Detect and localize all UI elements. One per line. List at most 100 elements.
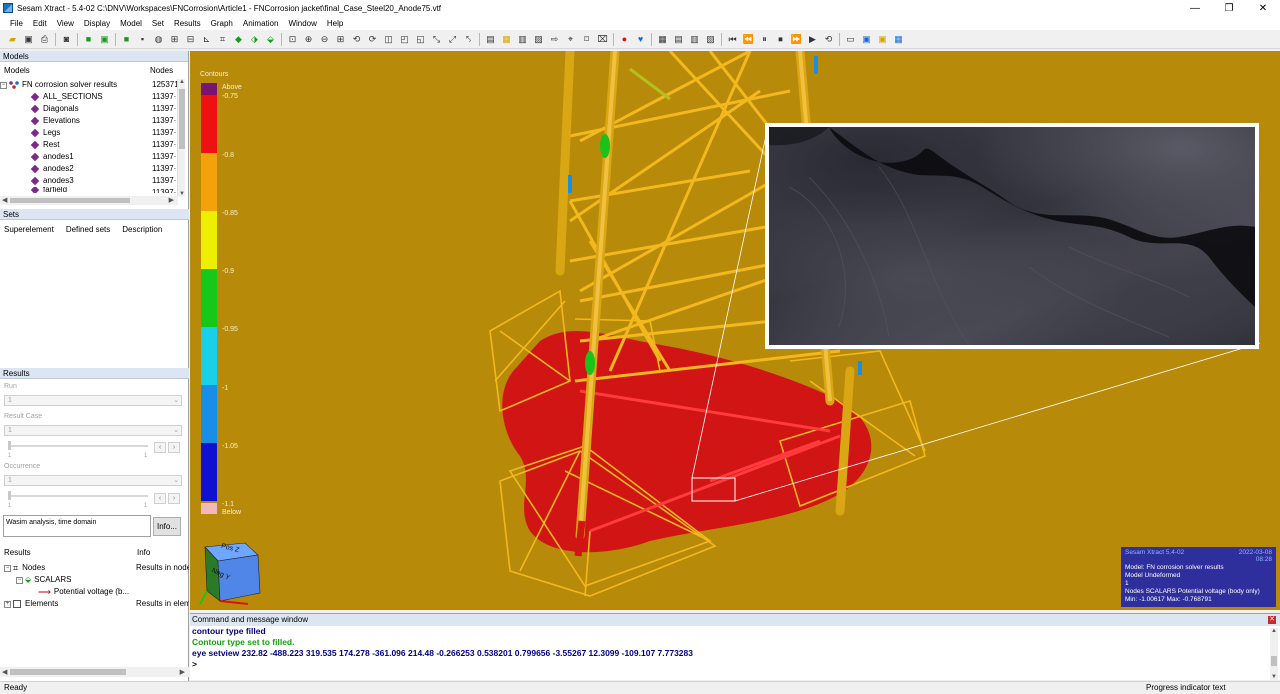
scroll-thumb[interactable] <box>1271 656 1277 666</box>
table-icon[interactable]: ▤ <box>672 33 685 46</box>
view-iso-icon[interactable]: ◫ <box>382 33 395 46</box>
collapse-icon[interactable]: − <box>0 81 7 89</box>
results-hscroll[interactable]: ◀ ▶ <box>0 667 189 677</box>
models-vscroll[interactable]: ▲ ▼ <box>177 79 185 197</box>
slider-knob[interactable] <box>8 441 11 450</box>
next-occurrence-button[interactable]: › <box>168 493 180 504</box>
prev-case-button[interactable]: ‹ <box>154 442 166 453</box>
highlight-icon[interactable]: ⌑ <box>580 33 593 46</box>
window-split-icon[interactable]: ▦ <box>892 33 905 46</box>
chart-icon[interactable]: ▧ <box>704 33 717 46</box>
element-icon[interactable]: ▪ <box>136 33 149 46</box>
result-case-slider[interactable] <box>4 441 152 451</box>
color-red-icon[interactable]: ● <box>618 33 631 46</box>
menu-display[interactable]: Display <box>79 19 115 28</box>
view-front-icon[interactable]: ◰ <box>398 33 411 46</box>
close-icon[interactable]: ✕ <box>1268 616 1276 624</box>
menu-graph[interactable]: Graph <box>206 19 238 28</box>
save-icon[interactable]: ▣ <box>22 33 35 46</box>
axis-x-icon[interactable]: ⤡ <box>430 33 443 46</box>
result-elements-row[interactable]: + Elements Results in elements <box>0 598 189 610</box>
occurrence-select[interactable]: 1 ⌄ <box>4 475 182 486</box>
info-button[interactable]: Info... <box>153 517 181 536</box>
scroll-thumb[interactable] <box>179 89 185 149</box>
scroll-thumb[interactable] <box>10 198 130 203</box>
col-description[interactable]: Description <box>118 225 170 234</box>
model-view-icon[interactable]: ▣ <box>98 33 111 46</box>
window-single-icon[interactable]: ▭ <box>844 33 857 46</box>
menu-animation[interactable]: Animation <box>238 19 284 28</box>
result-case-select[interactable]: 1 ⌄ <box>4 425 182 436</box>
scroll-left-icon[interactable]: ◀ <box>2 196 7 204</box>
model-cube-icon[interactable]: ■ <box>82 33 95 46</box>
collapse-icon[interactable]: − <box>16 576 23 584</box>
pause-icon[interactable]: ⏸ <box>758 33 771 46</box>
play-icon[interactable]: ▶ <box>806 33 819 46</box>
col-info[interactable]: Info <box>137 548 150 557</box>
scroll-left-icon[interactable]: ◀ <box>2 668 7 676</box>
window-tile-icon[interactable]: ▣ <box>860 33 873 46</box>
col-results[interactable]: Results <box>0 548 137 557</box>
menu-model[interactable]: Model <box>115 19 147 28</box>
step-back-icon[interactable]: ⏪ <box>742 33 755 46</box>
open-icon[interactable]: ▰ <box>6 33 19 46</box>
pick-icon[interactable]: ⬙ <box>264 33 277 46</box>
list-icon[interactable]: ▥ <box>688 33 701 46</box>
contour-icon[interactable]: ▦ <box>500 33 513 46</box>
menu-edit[interactable]: Edit <box>28 19 52 28</box>
label-icon[interactable]: ⌧ <box>596 33 609 46</box>
next-case-button[interactable]: › <box>168 442 180 453</box>
close-button[interactable]: ✕ <box>1246 0 1280 16</box>
camera-icon[interactable]: ◙ <box>60 33 73 46</box>
axis-z-icon[interactable]: ⤣ <box>462 33 475 46</box>
menu-view[interactable]: View <box>52 19 79 28</box>
zoom-fit-icon[interactable]: ⊞ <box>334 33 347 46</box>
scroll-right-icon[interactable]: ▶ <box>180 668 185 676</box>
minimize-button[interactable]: — <box>1178 0 1212 16</box>
col-nodes[interactable]: Nodes <box>150 65 186 77</box>
graphics-viewport[interactable]: Pos Z Neg Y Contours Above -0.75 -0.8 -0… <box>190 51 1280 610</box>
node-icon[interactable]: ◆ <box>232 33 245 46</box>
grid-icon[interactable]: ▦ <box>656 33 669 46</box>
menu-file[interactable]: File <box>5 19 28 28</box>
vector-icon[interactable]: ▥ <box>516 33 529 46</box>
display-icon[interactable]: ▤ <box>484 33 497 46</box>
menu-set[interactable]: Set <box>147 19 169 28</box>
cursor-icon[interactable]: ⌖ <box>564 33 577 46</box>
green-cube-icon[interactable]: ■ <box>120 33 133 46</box>
model-item[interactable]: Diagonals 11397· <box>0 103 178 115</box>
view-side-icon[interactable]: ◱ <box>414 33 427 46</box>
zoom-out-icon[interactable]: ⊖ <box>318 33 331 46</box>
zoom-in-icon[interactable]: ⊕ <box>302 33 315 46</box>
axis-y-icon[interactable]: ⤢ <box>446 33 459 46</box>
model-item[interactable]: anodes3 11397· <box>0 175 178 187</box>
model-root[interactable]: − FN corrosion solver results 125371· <box>0 79 178 91</box>
model-item[interactable]: Elevations 11397· <box>0 115 178 127</box>
result-nodes-row[interactable]: −⌗Nodes Results in nodes <box>0 562 189 574</box>
beam-icon[interactable]: ⊟ <box>184 33 197 46</box>
mesh-icon[interactable]: ⌗ <box>216 33 229 46</box>
first-frame-icon[interactable]: ⏮ <box>726 33 739 46</box>
menu-results[interactable]: Results <box>169 19 206 28</box>
arrow-icon[interactable]: ⇨ <box>548 33 561 46</box>
occurrence-slider[interactable] <box>4 491 152 501</box>
scroll-thumb[interactable] <box>10 669 126 675</box>
models-hscroll[interactable]: ◀ ▶ <box>0 196 178 205</box>
model-item[interactable]: anodes1 11397· <box>0 151 178 163</box>
col-models[interactable]: Models <box>0 65 150 77</box>
window-cascade-icon[interactable]: ▣ <box>876 33 889 46</box>
loop-icon[interactable]: ⟲ <box>822 33 835 46</box>
axes-icon[interactable]: ⊾ <box>200 33 213 46</box>
command-prompt[interactable]: > <box>190 659 1280 670</box>
rotate-icon[interactable]: ⟲ <box>350 33 363 46</box>
restore-button[interactable]: ❐ <box>1212 0 1246 16</box>
col-superelement[interactable]: Superelement <box>0 225 62 234</box>
result-scalars-row[interactable]: − ⬙ SCALARS <box>0 574 189 586</box>
model-item[interactable]: farfield 11397· <box>0 187 178 193</box>
expand-icon[interactable]: + <box>4 600 11 608</box>
col-defined-sets[interactable]: Defined sets <box>62 225 118 234</box>
result-potential-row[interactable]: ⟶ Potential voltage (b... <box>0 586 189 598</box>
section-icon[interactable]: ⊞ <box>168 33 181 46</box>
model-item[interactable]: Legs 11397· <box>0 127 178 139</box>
scroll-down-icon[interactable]: ▼ <box>1270 674 1278 680</box>
